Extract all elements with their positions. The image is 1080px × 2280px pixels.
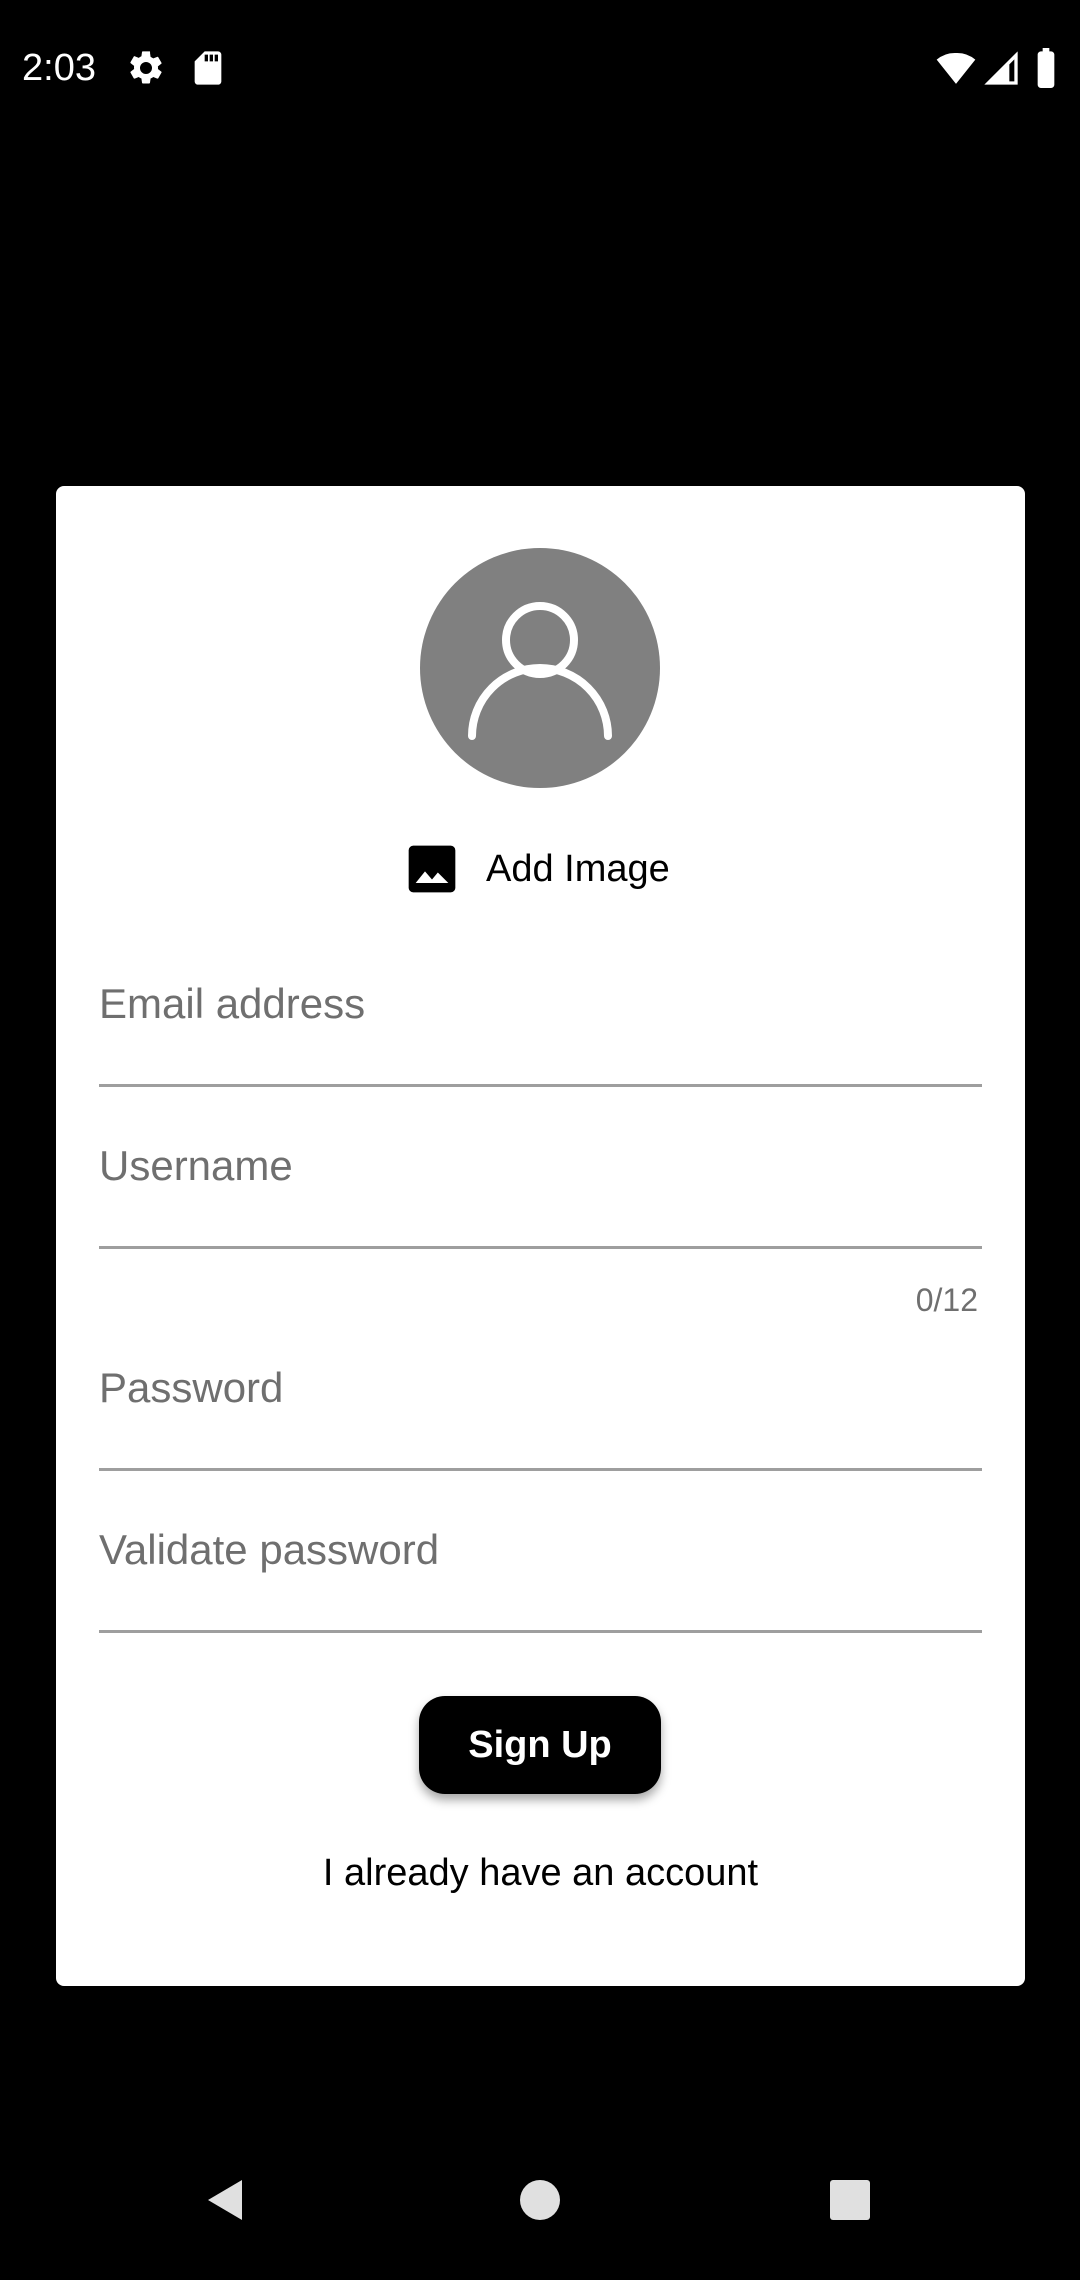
email-field[interactable] (99, 972, 982, 1084)
sign-up-button[interactable]: Sign Up (419, 1696, 661, 1794)
add-image-button[interactable]: Add Image (404, 841, 670, 897)
already-have-account-link[interactable]: I already have an account (56, 1852, 1025, 1895)
screen: 2:03 Add Image Email address Username 0/… (0, 0, 1080, 2280)
recents-icon[interactable] (820, 2170, 880, 2230)
settings-icon (126, 48, 166, 88)
password-field-container (99, 1356, 982, 1471)
person-icon (468, 602, 612, 740)
sd-card-icon (188, 48, 228, 88)
signup-card: Add Image 0/12 Sign Up I already have an… (56, 486, 1025, 1986)
avatar[interactable] (420, 548, 660, 788)
home-icon[interactable] (510, 2170, 570, 2230)
email-field-container (99, 972, 982, 1087)
validate-password-field-container (99, 1518, 982, 1633)
image-icon (408, 845, 456, 893)
add-image-label: Add Image (486, 848, 670, 890)
status-time: 2:03 (22, 47, 96, 89)
username-counter: 0/12 (915, 1282, 978, 1318)
navigation-bar (0, 2130, 1080, 2280)
back-icon[interactable] (196, 2170, 256, 2230)
username-field-container (99, 1134, 982, 1249)
status-bar: 2:03 (0, 0, 1080, 134)
validate-password-field[interactable] (99, 1518, 982, 1630)
password-field[interactable] (99, 1356, 982, 1468)
battery-icon (1028, 48, 1064, 88)
username-field[interactable] (99, 1134, 982, 1246)
signal-icon (981, 48, 1021, 88)
wifi-icon (936, 48, 976, 88)
